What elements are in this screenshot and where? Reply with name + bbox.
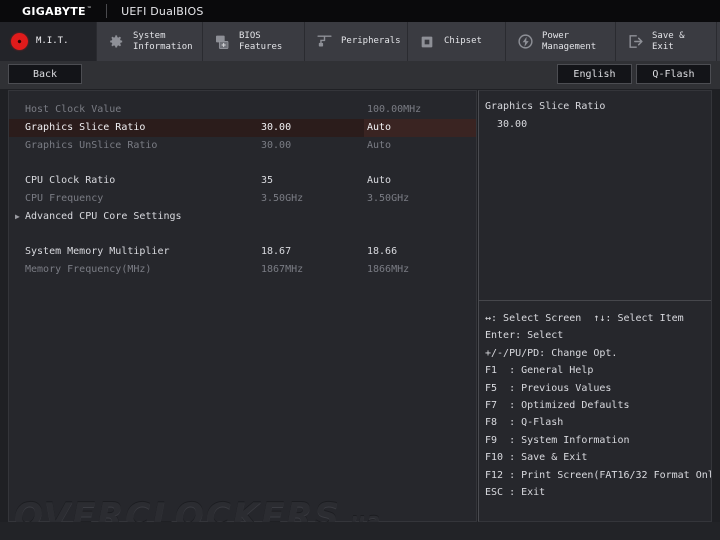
language-button[interactable]: English (557, 64, 632, 84)
setting-label: Graphics Slice Ratio (25, 122, 146, 133)
tab-save-and-exit[interactable]: Save & Exit (616, 22, 717, 61)
tab-system-information-label: System Information (133, 30, 193, 52)
setting-current-value: 30.00 (261, 140, 292, 151)
key-legend-line: +/-/PU/PD: Change Opt. (485, 347, 618, 359)
peripheral-plug-icon (314, 32, 334, 52)
settings-row[interactable]: System Memory Multiplier 18.67 18.66 (9, 243, 476, 261)
key-legend-line: F7 : Optimized Defaults (485, 400, 630, 412)
chipset-square-icon (417, 32, 437, 52)
main-tab-strip: M.I.T. System Information BIOS Features … (0, 22, 720, 61)
settings-panel: Host Clock Value 100.00MHz Graphics Slice … (8, 90, 477, 522)
setting-option-value[interactable]: Auto (367, 119, 391, 137)
back-button[interactable]: Back (8, 64, 82, 84)
setting-label: CPU Frequency (25, 193, 104, 204)
setting-current-value: 30.00 (261, 122, 292, 133)
trademark-symbol: ™ (86, 5, 93, 12)
brand-name: GIGABYTE (22, 4, 86, 18)
tab-mit[interactable]: M.I.T. (0, 22, 97, 61)
setting-label: Host Clock Value (25, 104, 122, 115)
key-legend-line: F10 : Save & Exit (485, 452, 588, 464)
tab-bios-features-label: BIOS Features (239, 30, 283, 52)
key-legend-line: F9 : System Information (485, 434, 630, 446)
setting-current-value: 3.50GHz (261, 193, 304, 204)
tab-peripherals[interactable]: Peripherals (305, 22, 408, 61)
settings-row[interactable]: Host Clock Value 100.00MHz (9, 101, 476, 119)
brand-bar: GIGABYTE™ UEFI DualBIOS (0, 0, 720, 22)
settings-row[interactable]: CPU Frequency 3.50GHz 3.50GHz (9, 190, 476, 208)
tab-system-information[interactable]: System Information (97, 22, 203, 61)
tab-power-management-label: Power Management (542, 30, 597, 52)
setting-option-value[interactable]: 18.66 (367, 243, 397, 261)
key-legend-line: F5 : Previous Values (485, 382, 612, 394)
settings-row[interactable]: ▶ Advanced CPU Core Settings (9, 208, 476, 226)
tab-peripherals-label: Peripherals (341, 36, 401, 46)
setting-label: Graphics UnSlice Ratio (25, 140, 158, 151)
tab-save-and-exit-label: Save & Exit (652, 30, 685, 52)
gear-icon (106, 32, 126, 52)
bios-screen: GIGABYTE™ UEFI DualBIOS M.I.T. System In… (0, 0, 720, 540)
settings-row[interactable]: Graphics UnSlice Ratio 30.00 Auto (9, 137, 476, 155)
help-title: Graphics Slice Ratio (485, 101, 606, 112)
settings-spacer (9, 155, 476, 172)
submenu-arrow-icon: ▶ (15, 212, 20, 221)
help-panel: Graphics Slice Ratio 30.00 ↔: Select Scr… (478, 90, 712, 522)
tab-chipset[interactable]: Chipset (408, 22, 506, 61)
settings-row[interactable]: Graphics Slice Ratio 30.00 Auto (9, 119, 476, 137)
settings-row[interactable]: Memory Frequency(MHz) 1867MHz 1866MHz (9, 261, 476, 279)
setting-option-value[interactable]: Auto (367, 172, 391, 190)
target-dial-icon (9, 32, 29, 52)
setting-label: Advanced CPU Core Settings (25, 211, 182, 222)
key-legend-line: F8 : Q-Flash (485, 417, 564, 429)
setting-label: CPU Clock Ratio (25, 175, 116, 186)
setting-label: Memory Frequency(MHz) (25, 264, 152, 275)
setting-current-value: 18.67 (261, 246, 292, 257)
settings-row[interactable]: CPU Clock Ratio 35 Auto (9, 172, 476, 190)
qflash-button[interactable]: Q-Flash (636, 64, 711, 84)
key-legend-line: ESC : Exit (485, 487, 546, 499)
setting-option-value[interactable]: Auto (367, 137, 391, 155)
settings-list: Host Clock Value 100.00MHz Graphics Slice … (9, 101, 476, 279)
tab-mit-label: M.I.T. (36, 36, 69, 46)
help-divider (479, 300, 711, 301)
key-legend-line: ↔: Select Screen ↑↓: Select Item (485, 313, 684, 324)
brand-divider (106, 4, 108, 18)
setting-option-value[interactable]: 100.00MHz (367, 101, 421, 119)
setting-current-value: 35 (261, 175, 274, 186)
key-legend-line: F12 : Print Screen(FAT16/32 Format Only) (485, 469, 712, 481)
setting-option-value[interactable]: 1866MHz (367, 261, 409, 279)
gigabyte-logo: GIGABYTE™ (22, 5, 92, 18)
tab-bios-features[interactable]: BIOS Features (203, 22, 305, 61)
secondary-button-row: Back English Q-Flash (0, 61, 720, 89)
setting-current-value: 1867MHz (261, 264, 304, 275)
power-bolt-icon (515, 32, 535, 52)
help-value: 30.00 (497, 119, 528, 130)
key-legend-line: Enter: Select (485, 330, 564, 342)
tab-chipset-label: Chipset (444, 36, 482, 46)
key-legend-line: F1 : General Help (485, 365, 594, 377)
setting-option-value[interactable]: 3.50GHz (367, 190, 409, 208)
key-legend-list: ↔: Select Screen ↑↓: Select Item Enter: S… (485, 310, 711, 501)
settings-spacer (9, 226, 476, 243)
bottom-strip (0, 522, 720, 540)
setting-label: System Memory Multiplier (25, 246, 170, 257)
brand-subtitle: UEFI DualBIOS (121, 4, 204, 18)
chip-stack-icon (212, 32, 232, 52)
exit-arrow-icon (625, 32, 645, 52)
tab-power-management[interactable]: Power Management (506, 22, 616, 61)
